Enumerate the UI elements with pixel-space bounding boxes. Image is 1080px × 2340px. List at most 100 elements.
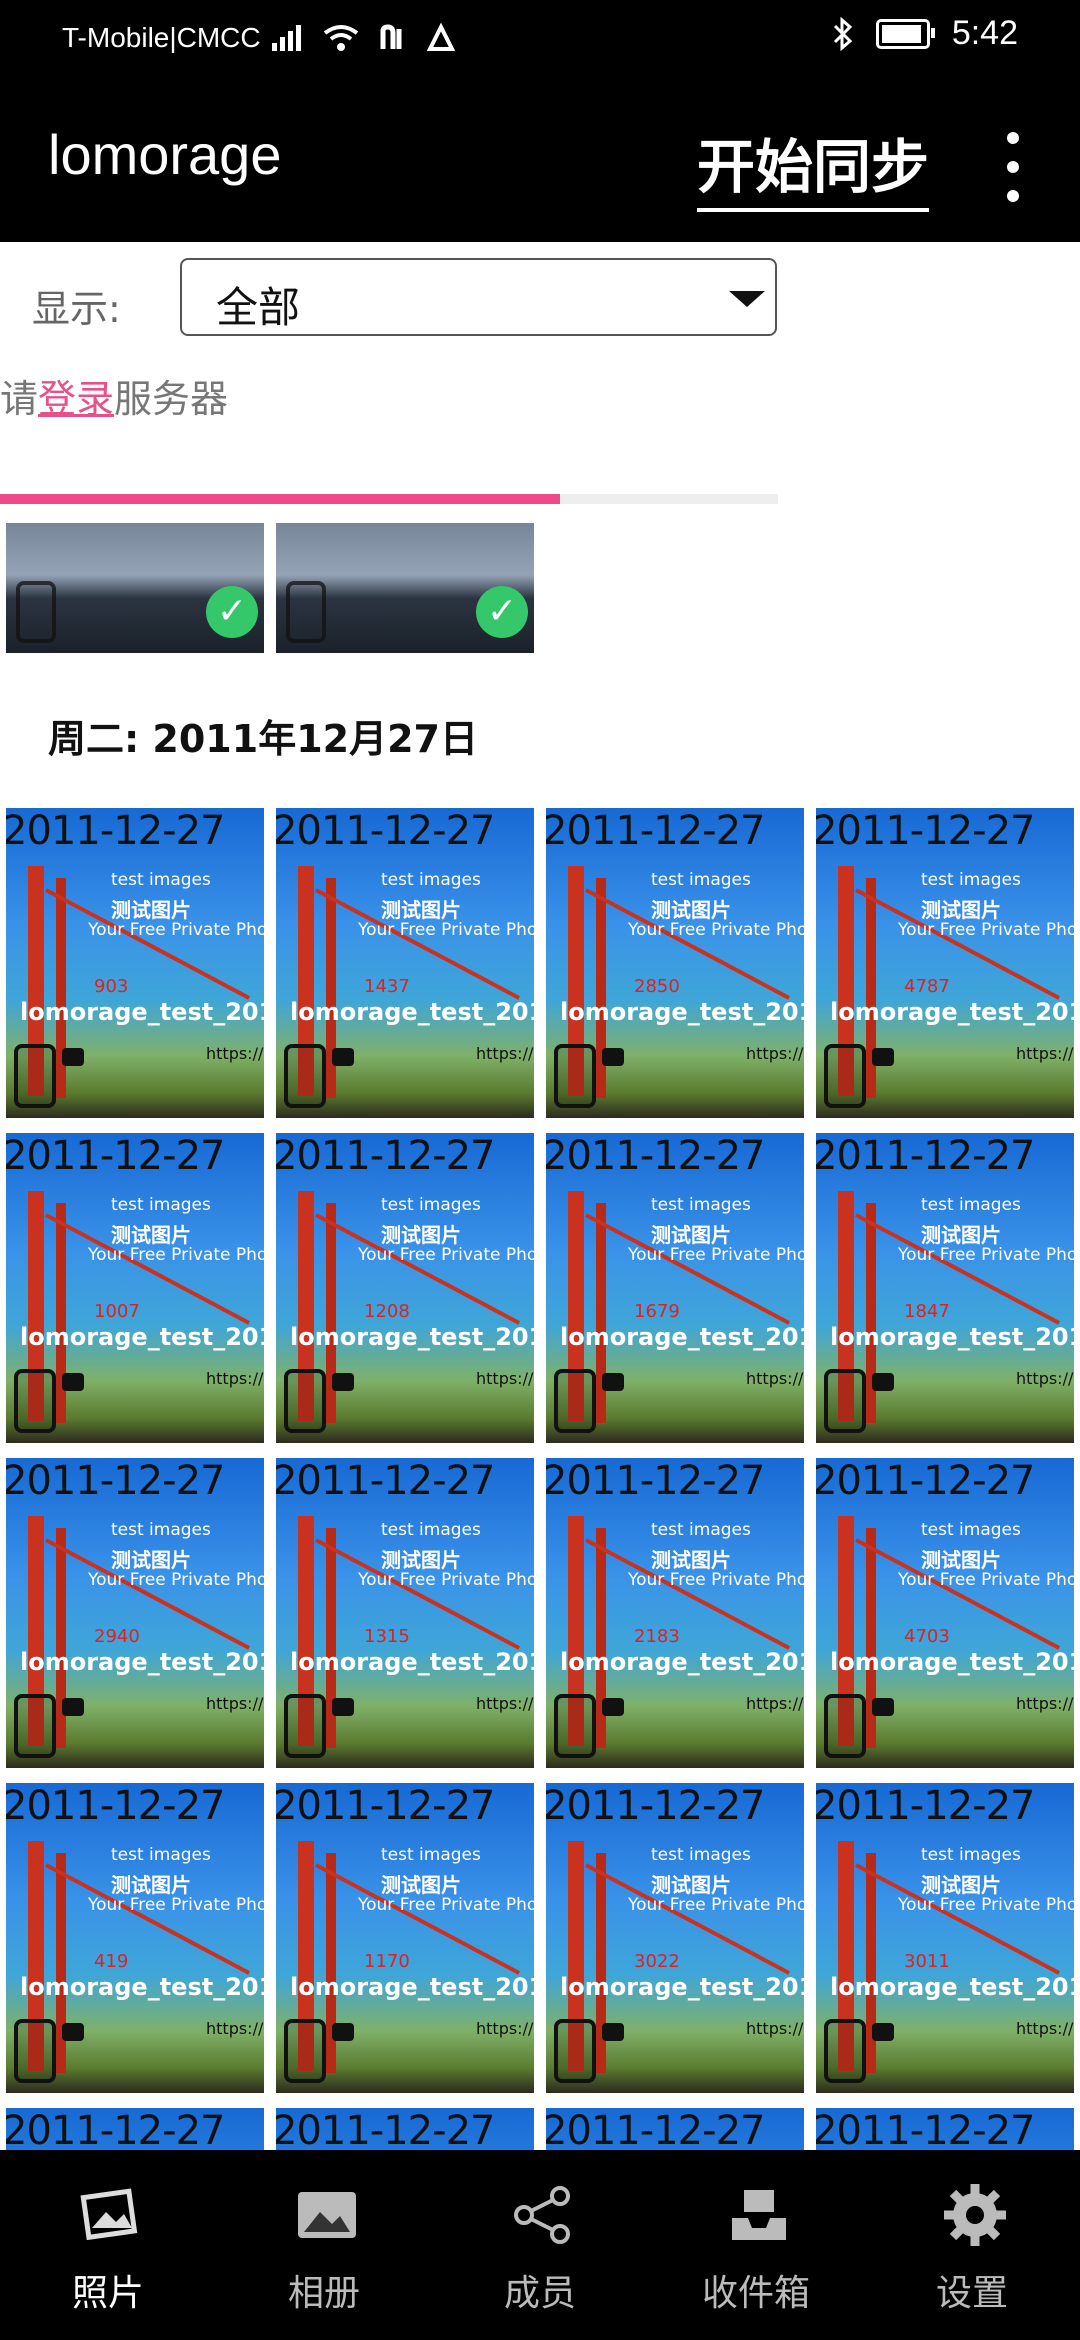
photo-number: 1007 bbox=[94, 1301, 140, 1322]
nav-tab-label: 收件箱 bbox=[701, 2273, 810, 2314]
image-text: Your Free Private Photo bbox=[898, 1245, 1074, 1265]
image-text: 测试图片 bbox=[111, 1548, 191, 1572]
camera-icon bbox=[602, 1698, 624, 1716]
filter-dropdown[interactable]: 全部 bbox=[180, 258, 777, 336]
image-text: https://lo bbox=[476, 1369, 534, 1388]
nav-tab-3[interactable]: 收件箱 bbox=[648, 2150, 864, 2340]
date-stamp: 2011-12-27 bbox=[546, 1133, 765, 1179]
camera-icon bbox=[62, 2023, 84, 2041]
image-text: https://lo bbox=[206, 1694, 264, 1713]
date-stamp: 2011-12-27 bbox=[276, 2108, 495, 2150]
photo-thumbnail[interactable]: 2011-12-27test images测试图片Your Free Priva… bbox=[816, 1783, 1074, 2093]
image-text: lomorage_test_2011_12 bbox=[290, 1973, 534, 2001]
photo-thumbnail[interactable]: 2011-12-27test images测试图片Your Free Priva… bbox=[546, 1783, 804, 2093]
album-icon bbox=[294, 2182, 360, 2248]
camera-icon bbox=[332, 1698, 354, 1716]
image-text: 测试图片 bbox=[381, 1548, 461, 1572]
photo-thumbnail[interactable]: 2011-12-27test images测试图片Your Free Priva… bbox=[276, 808, 534, 1118]
image-text: lomorage_test_2011_12 bbox=[290, 1323, 534, 1351]
battery-icon bbox=[875, 18, 935, 49]
image-text: Your Free Private Photo bbox=[358, 1245, 534, 1265]
overflow-menu-icon[interactable] bbox=[998, 132, 1028, 202]
nav-tab-label: 照片 bbox=[71, 2273, 144, 2314]
nav-tab-0[interactable]: 照片 bbox=[0, 2150, 216, 2340]
photo-thumbnail[interactable]: 2011-12-27test images测试图片Your Free Priva… bbox=[6, 2108, 264, 2150]
image-text: lomorage_test_2011_12 bbox=[290, 1648, 534, 1676]
nav-tab-1[interactable]: 相册 bbox=[216, 2150, 432, 2340]
image-text: Your Free Private Photo bbox=[628, 1895, 804, 1915]
carrier-label: T-Mobile|CMCC bbox=[62, 22, 261, 53]
login-link[interactable]: 登录 bbox=[38, 377, 114, 421]
date-stamp: 2011-12-27 bbox=[276, 1133, 495, 1179]
image-text: Your Free Private Photo bbox=[88, 920, 264, 940]
photo-thumbnail[interactable]: 2011-12-27test images测试图片Your Free Priva… bbox=[276, 1133, 534, 1443]
photo-number: 2940 bbox=[94, 1626, 140, 1647]
check-icon: ✓ bbox=[206, 586, 258, 638]
camera-icon bbox=[62, 1698, 84, 1716]
image-text: https://lo bbox=[206, 1044, 264, 1063]
photo-thumbnail[interactable]: 2011-12-27test images测试图片Your Free Priva… bbox=[816, 808, 1074, 1118]
date-stamp: 2011-12-27 bbox=[276, 1783, 495, 1829]
phone-icon bbox=[16, 581, 56, 643]
image-text: lomorage_test_2011_12 bbox=[20, 1973, 264, 2001]
photo-thumbnail[interactable]: 2011-12-27test images测试图片Your Free Priva… bbox=[276, 1783, 534, 2093]
date-stamp: 2011-12-27 bbox=[276, 1458, 495, 1504]
phone-icon bbox=[286, 581, 326, 643]
data-saver-icon bbox=[426, 23, 456, 51]
nav-tab-4[interactable]: 设置 bbox=[864, 2150, 1080, 2340]
image-text: test images bbox=[111, 870, 211, 890]
photo-thumbnail[interactable]: 2011-12-27test images测试图片Your Free Priva… bbox=[546, 808, 804, 1118]
photo-thumbnail[interactable]: 2011-12-27test images测试图片Your Free Priva… bbox=[6, 808, 264, 1118]
image-text: https://lo bbox=[746, 1694, 804, 1713]
login-prompt-prefix: 请 bbox=[0, 377, 39, 421]
start-sync-button[interactable]: 开始同步 bbox=[697, 120, 930, 212]
photo-thumbnail[interactable]: 2011-12-27test images测试图片Your Free Priva… bbox=[276, 2108, 534, 2150]
photo-number: 2183 bbox=[634, 1626, 680, 1647]
photo-number: 2850 bbox=[634, 976, 680, 997]
photo-grid: 2011-12-27 test images 测试图片 Your Free Priva… bbox=[0, 808, 1080, 2150]
image-text: lomorage_test_2011_12 bbox=[20, 998, 264, 1026]
image-text: lomorage_test_2011_12 bbox=[560, 1973, 804, 2001]
photo-thumbnail[interactable]: 2011-12-27test images测试图片Your Free Priva… bbox=[816, 2108, 1074, 2150]
photo-thumbnail[interactable]: 2011-12-27test images测试图片Your Free Priva… bbox=[816, 1133, 1074, 1443]
nav-tab-2[interactable]: 成员 bbox=[432, 2150, 648, 2340]
image-text: Your Free Private Photo bbox=[898, 1570, 1074, 1590]
date-stamp: 2011-12-27 bbox=[6, 1783, 225, 1829]
photo-number: 3011 bbox=[904, 1951, 950, 1972]
image-text: lomorage_test_2011_12 bbox=[830, 1648, 1074, 1676]
photo-thumbnail[interactable]: 2011-12-27test images测试图片Your Free Priva… bbox=[546, 1458, 804, 1768]
phone-icon bbox=[554, 1369, 596, 1433]
login-prompt: 请登录服务器 bbox=[0, 368, 228, 423]
photo-thumbnail[interactable]: 2011-12-27test images测试图片Your Free Priva… bbox=[816, 1458, 1074, 1768]
image-text: test images bbox=[381, 870, 481, 890]
photo-thumbnail[interactable]: 2011-12-27test images测试图片Your Free Priva… bbox=[276, 1458, 534, 1768]
photo-number: 419 bbox=[94, 1951, 129, 1972]
image-text: https://lo bbox=[476, 2019, 534, 2038]
image-text: lomorage_test_2011_12 bbox=[830, 998, 1074, 1026]
nfc-icon bbox=[380, 24, 402, 49]
photo-thumbnail[interactable]: 2011-12-27test images测试图片Your Free Priva… bbox=[6, 1133, 264, 1443]
image-text: test images bbox=[651, 870, 751, 890]
recent-thumbnail[interactable]: ✓ bbox=[6, 523, 264, 653]
image-text: test images bbox=[921, 1520, 1021, 1540]
photo-number: 1847 bbox=[904, 1301, 950, 1322]
photo-thumbnail[interactable]: 2011-12-27test images测试图片Your Free Priva… bbox=[546, 1133, 804, 1443]
nav-tab-label: 成员 bbox=[503, 2273, 576, 2314]
image-text: test images bbox=[651, 1520, 751, 1540]
app-title: lomorage bbox=[48, 123, 282, 186]
phone-icon bbox=[554, 1044, 596, 1108]
photo-thumbnail[interactable]: 2011-12-27test images测试图片Your Free Priva… bbox=[6, 1783, 264, 2093]
date-stamp: 2011-12-27 bbox=[6, 1458, 225, 1504]
phone-icon bbox=[14, 1694, 56, 1758]
phone-icon bbox=[284, 2019, 326, 2083]
image-text: Your Free Private Photo bbox=[628, 1570, 804, 1590]
camera-icon bbox=[332, 2023, 354, 2041]
date-stamp: 2011-12-27 bbox=[816, 1783, 1035, 1829]
image-text: https://lo bbox=[476, 1694, 534, 1713]
date-header: 周二: 2011年12月27日 bbox=[48, 717, 478, 761]
photo-thumbnail[interactable]: 2011-12-27test images测试图片Your Free Priva… bbox=[546, 2108, 804, 2150]
date-stamp: 2011-12-27 bbox=[816, 808, 1035, 854]
photo-thumbnail[interactable]: 2011-12-27test images测试图片Your Free Priva… bbox=[6, 1458, 264, 1768]
recent-thumbnail[interactable]: ✓ bbox=[276, 523, 534, 653]
camera-icon bbox=[602, 2023, 624, 2041]
